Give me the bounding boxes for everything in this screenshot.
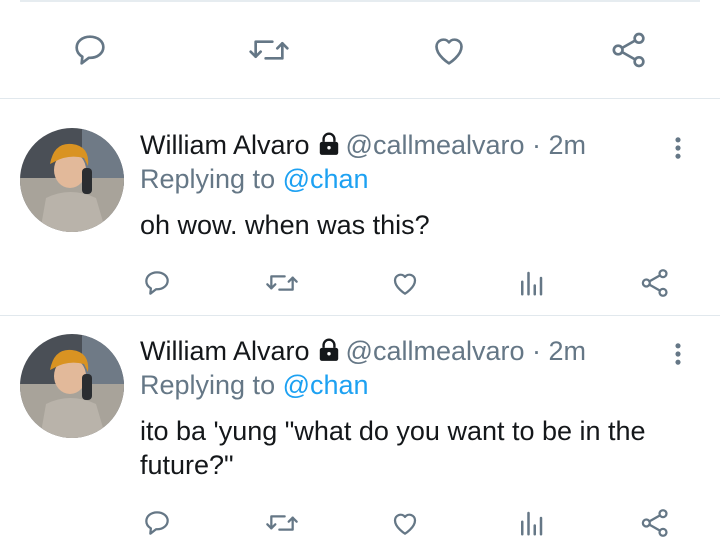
user-handle[interactable]: @callmealvaro [346,130,525,160]
analytics-icon[interactable] [514,266,548,300]
display-name[interactable]: William Alvaro [140,130,310,160]
analytics-icon[interactable] [514,506,548,540]
mention-link[interactable]: @chan [283,370,369,400]
mention-link[interactable]: @chan [283,164,369,194]
share-icon[interactable] [638,266,672,300]
tweet-actions [0,504,720,544]
reply-icon[interactable] [68,28,112,72]
tweet-text: oh wow. when was this? [140,210,430,240]
heart-icon[interactable] [427,28,471,72]
replying-to: Replying to @chan [140,368,369,402]
replying-prefix: Replying to [140,164,276,194]
reply-icon[interactable] [140,266,174,300]
lock-icon [316,131,342,165]
lock-icon [316,337,342,371]
top-divider [20,0,700,2]
separator: · [532,130,542,160]
avatar[interactable] [20,128,124,232]
timestamp[interactable]: 2m [549,336,587,366]
user-handle[interactable]: @callmealvaro [346,336,525,366]
divider [0,315,720,316]
avatar[interactable] [20,334,124,438]
tweet-actions [0,264,720,304]
heart-icon[interactable] [388,266,422,300]
parent-tweet-actions [0,18,720,82]
heart-icon[interactable] [388,506,422,540]
more-vertical-icon[interactable] [664,134,692,162]
replying-to: Replying to @chan [140,162,369,196]
timestamp[interactable]: 2m [549,130,587,160]
share-icon[interactable] [607,28,651,72]
tweet[interactable]: William Alvaro @callmealvaro · 2m Replyin… [0,334,720,555]
reply-icon[interactable] [140,506,174,540]
divider [0,98,720,99]
tweet-header: William Alvaro @callmealvaro · 2m [140,128,586,165]
replying-prefix: Replying to [140,370,276,400]
retweet-icon[interactable] [263,506,301,540]
tweet[interactable]: William Alvaro @callmealvaro · 2m Replyin… [0,128,720,314]
retweet-icon[interactable] [247,28,291,72]
retweet-icon[interactable] [263,266,301,300]
tweet-text: ito ba 'yung "what do you want to be in … [140,416,646,480]
tweet-header: William Alvaro @callmealvaro · 2m [140,334,586,371]
share-icon[interactable] [638,506,672,540]
display-name[interactable]: William Alvaro [140,336,310,366]
separator: · [532,336,542,366]
more-vertical-icon[interactable] [664,340,692,368]
